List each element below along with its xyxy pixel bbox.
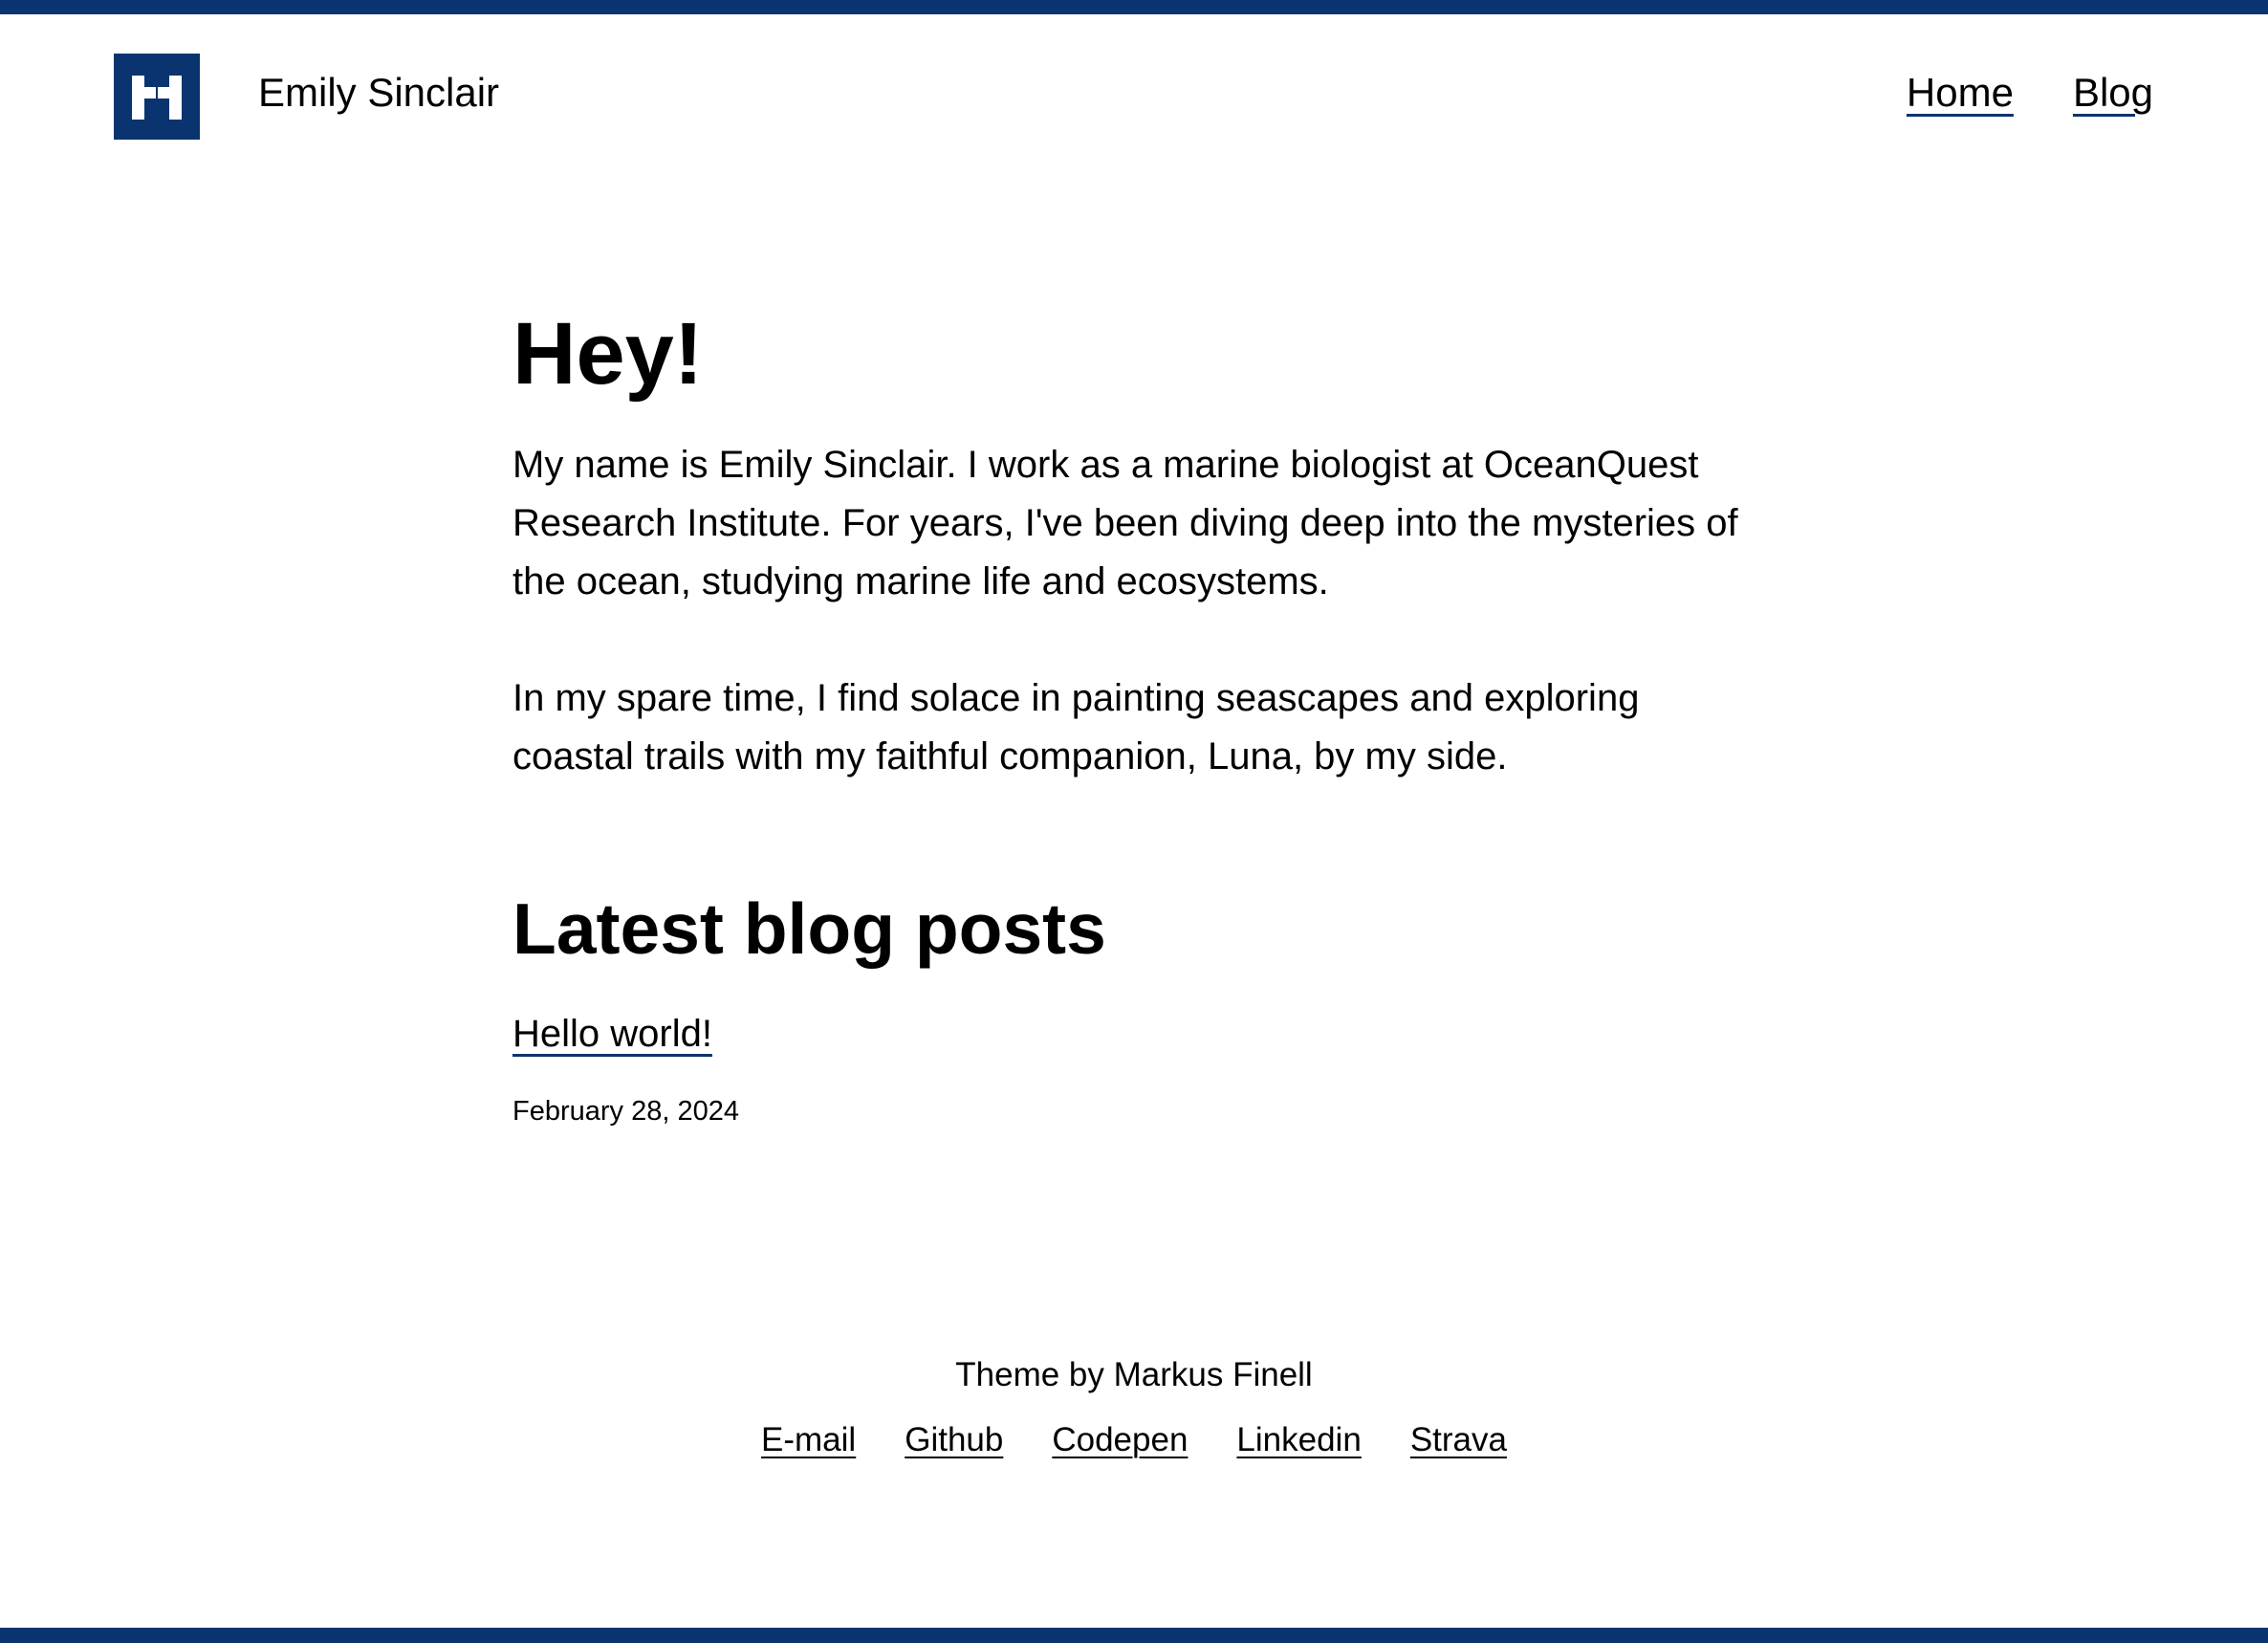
post-list-item: Hello world! February 28, 2024 bbox=[512, 1010, 1756, 1128]
intro-heading: Hey! bbox=[512, 305, 704, 403]
pixel-m-logo-icon bbox=[114, 54, 200, 140]
footer-linkedin-link[interactable]: Linkedin bbox=[1236, 1417, 1361, 1463]
post-title-link[interactable]: Hello world! bbox=[512, 1010, 712, 1058]
intro-paragraph: My name is Emily Sinclair. I work as a m… bbox=[512, 444, 1738, 602]
site-logo-link[interactable] bbox=[114, 54, 200, 140]
main-nav: Home Blog bbox=[1907, 69, 2153, 117]
footer-github-link[interactable]: Github bbox=[905, 1417, 1003, 1463]
site-title[interactable]: Emily Sinclair bbox=[258, 69, 499, 117]
footer-email-link[interactable]: E-mail bbox=[761, 1417, 856, 1463]
top-accent-bar bbox=[0, 0, 2268, 14]
main-content: Hey! My name is Emily Sinclair. I work a… bbox=[512, 301, 1756, 1128]
nav-blog-link[interactable]: Blog bbox=[2073, 69, 2153, 117]
post-date: February 28, 2024 bbox=[512, 1096, 739, 1127]
footer-strava-link[interactable]: Strava bbox=[1410, 1417, 1507, 1463]
theme-credit: Theme by Markus Finell bbox=[955, 1356, 1313, 1393]
intro-paragraph: In my spare time, I find solace in paint… bbox=[512, 677, 1640, 778]
nav-home-link[interactable]: Home bbox=[1907, 69, 2014, 117]
footer-links: E-mail Github Codepen Linkedin Strava bbox=[0, 1417, 2268, 1463]
site-header: Emily Sinclair Home Blog bbox=[0, 14, 2268, 148]
latest-posts-heading: Latest blog posts bbox=[512, 888, 1106, 969]
bottom-accent-bar bbox=[0, 1628, 2268, 1643]
site-footer: Theme by Markus Finell E-mail Github Cod… bbox=[0, 1350, 2268, 1463]
footer-codepen-link[interactable]: Codepen bbox=[1052, 1417, 1188, 1463]
